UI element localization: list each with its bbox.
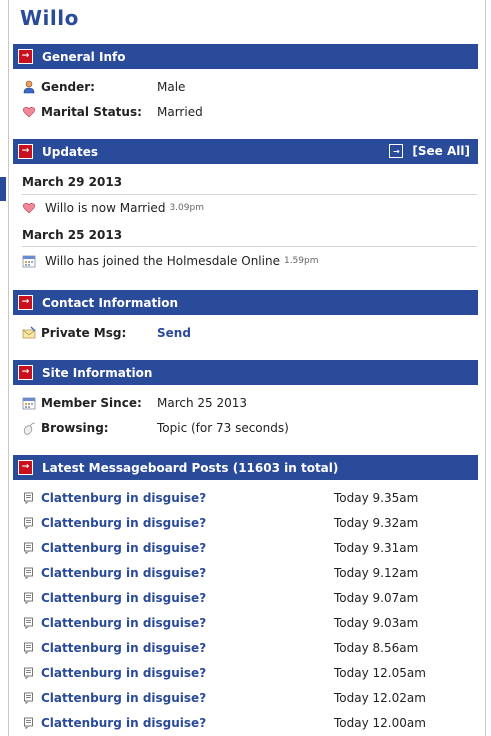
heart-icon — [22, 201, 36, 215]
profile-name: Willo — [20, 6, 79, 30]
arrow-icon: → — [389, 144, 404, 158]
gender-row: Gender: — [22, 80, 95, 94]
post-row: Clattenburg in disguise? — [22, 591, 206, 605]
update-date: March 29 2013 — [22, 175, 123, 189]
message-icon — [22, 541, 36, 555]
post-time: Today 9.07am — [334, 591, 419, 605]
post-title-link[interactable]: Clattenburg in disguise? — [41, 541, 206, 555]
post-time: Today 9.35am — [334, 491, 419, 505]
marital-label: Marital Status: — [41, 105, 142, 119]
person-icon — [22, 80, 36, 94]
update-item: Willo has joined the Holmesdale Online 1… — [22, 254, 319, 268]
divider — [22, 194, 477, 195]
post-row: Clattenburg in disguise? — [22, 666, 206, 680]
post-title-link[interactable]: Clattenburg in disguise? — [41, 516, 206, 530]
member-since-label: Member Since: — [41, 396, 142, 410]
post-title-link[interactable]: Clattenburg in disguise? — [41, 566, 206, 580]
post-title-link[interactable]: Clattenburg in disguise? — [41, 691, 206, 705]
update-item: Willo is now Married 3.09pm — [22, 201, 204, 215]
see-all-link[interactable]: → [See All] — [389, 144, 470, 158]
section-title: Updates — [42, 144, 99, 159]
heart-icon — [22, 105, 36, 119]
gender-label: Gender: — [41, 80, 95, 94]
post-title-link[interactable]: Clattenburg in disguise? — [41, 491, 206, 505]
calendar-icon — [22, 396, 36, 410]
update-text: Willo is now Married — [45, 201, 166, 215]
post-row: Clattenburg in disguise? — [22, 566, 206, 580]
see-all-label[interactable]: [See All] — [412, 144, 470, 158]
message-icon — [22, 491, 36, 505]
post-time: Today 12.00am — [334, 716, 426, 730]
message-icon — [22, 716, 36, 730]
message-icon — [22, 666, 36, 680]
expand-icon[interactable]: → — [18, 49, 33, 64]
section-title: Contact Information — [42, 295, 179, 310]
message-icon — [22, 591, 36, 605]
section-header-contact: → Contact Information — [13, 290, 478, 315]
mouse-icon — [22, 421, 36, 435]
divider — [22, 246, 477, 247]
post-time: Today 8.56am — [334, 641, 419, 655]
section-title: Latest Messageboard Posts (11603 in tota… — [42, 460, 339, 475]
update-text: Willo has joined the Holmesdale Online — [45, 254, 280, 268]
post-row: Clattenburg in disguise? — [22, 716, 206, 730]
update-time: 1.59pm — [283, 256, 319, 266]
private-msg-row: Private Msg: — [22, 326, 126, 340]
post-title-link[interactable]: Clattenburg in disguise? — [41, 616, 206, 630]
post-time: Today 9.31am — [334, 541, 419, 555]
post-title-link[interactable]: Clattenburg in disguise? — [41, 641, 206, 655]
post-row: Clattenburg in disguise? — [22, 541, 206, 555]
message-icon — [22, 616, 36, 630]
post-time: Today 9.12am — [334, 566, 419, 580]
section-header-posts: → Latest Messageboard Posts (11603 in to… — [13, 455, 478, 480]
message-icon — [22, 691, 36, 705]
post-row: Clattenburg in disguise? — [22, 691, 206, 705]
post-time: Today 12.02am — [334, 691, 426, 705]
browsing-value: Topic (for 73 seconds) — [157, 421, 289, 435]
post-time: Today 9.32am — [334, 516, 419, 530]
post-time: Today 9.03am — [334, 616, 419, 630]
envelope-icon — [22, 326, 36, 340]
post-row: Clattenburg in disguise? — [22, 616, 206, 630]
section-header-updates: → Updates → [See All] — [13, 139, 478, 164]
expand-icon[interactable]: → — [18, 144, 33, 159]
browsing-label: Browsing: — [41, 421, 109, 435]
expand-icon[interactable]: → — [18, 295, 33, 310]
expand-icon[interactable]: → — [18, 365, 33, 380]
member-since-row: Member Since: — [22, 396, 142, 410]
marital-value: Married — [157, 105, 203, 119]
section-header-site-info: → Site Information — [13, 360, 478, 385]
message-icon — [22, 566, 36, 580]
post-row: Clattenburg in disguise? — [22, 516, 206, 530]
post-title-link[interactable]: Clattenburg in disguise? — [41, 716, 206, 730]
calendar-icon — [22, 254, 36, 268]
post-time: Today 12.05am — [334, 666, 426, 680]
post-row: Clattenburg in disguise? — [22, 491, 206, 505]
section-title: Site Information — [42, 365, 153, 380]
left-accent-tab — [0, 177, 6, 201]
expand-icon[interactable]: → — [18, 460, 33, 475]
message-icon — [22, 641, 36, 655]
member-since-value: March 25 2013 — [157, 396, 248, 410]
browsing-row: Browsing: — [22, 421, 109, 435]
marital-row: Marital Status: — [22, 105, 142, 119]
section-header-general-info: → General Info — [13, 44, 478, 69]
message-icon — [22, 516, 36, 530]
update-date: March 25 2013 — [22, 228, 123, 242]
section-title: General Info — [42, 49, 126, 64]
gender-value: Male — [157, 80, 186, 94]
send-message-link[interactable]: Send — [157, 326, 191, 340]
post-title-link[interactable]: Clattenburg in disguise? — [41, 666, 206, 680]
update-time: 3.09pm — [169, 203, 204, 213]
private-msg-label: Private Msg: — [41, 326, 127, 340]
post-row: Clattenburg in disguise? — [22, 641, 206, 655]
post-title-link[interactable]: Clattenburg in disguise? — [41, 591, 206, 605]
